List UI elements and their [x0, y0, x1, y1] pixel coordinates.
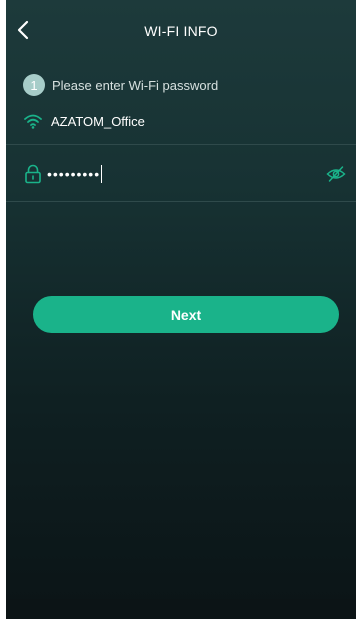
- network-row: AZATOM_Office: [23, 111, 145, 131]
- divider-top: [6, 144, 356, 145]
- page-title: WI-FI INFO: [144, 23, 218, 39]
- divider-bottom: [6, 201, 356, 202]
- password-input[interactable]: •••••••••: [47, 163, 307, 185]
- header-bar: WI-FI INFO: [6, 0, 356, 62]
- step-number-badge: 1: [23, 74, 45, 96]
- password-row: •••••••••: [6, 150, 356, 200]
- wifi-info-screen: WI-FI INFO 1 Please enter Wi-Fi password…: [6, 0, 356, 619]
- password-value: •••••••••: [47, 166, 101, 182]
- text-caret: [101, 165, 103, 183]
- network-ssid: AZATOM_Office: [51, 113, 145, 129]
- step-instruction: 1 Please enter Wi-Fi password: [23, 73, 218, 97]
- next-button[interactable]: Next: [33, 296, 339, 333]
- lock-icon: [24, 164, 42, 184]
- step-instruction-text: Please enter Wi-Fi password: [52, 77, 219, 93]
- bottom-bar: [6, 599, 356, 619]
- eye-off-icon[interactable]: [326, 165, 346, 183]
- wifi-icon: [23, 113, 43, 129]
